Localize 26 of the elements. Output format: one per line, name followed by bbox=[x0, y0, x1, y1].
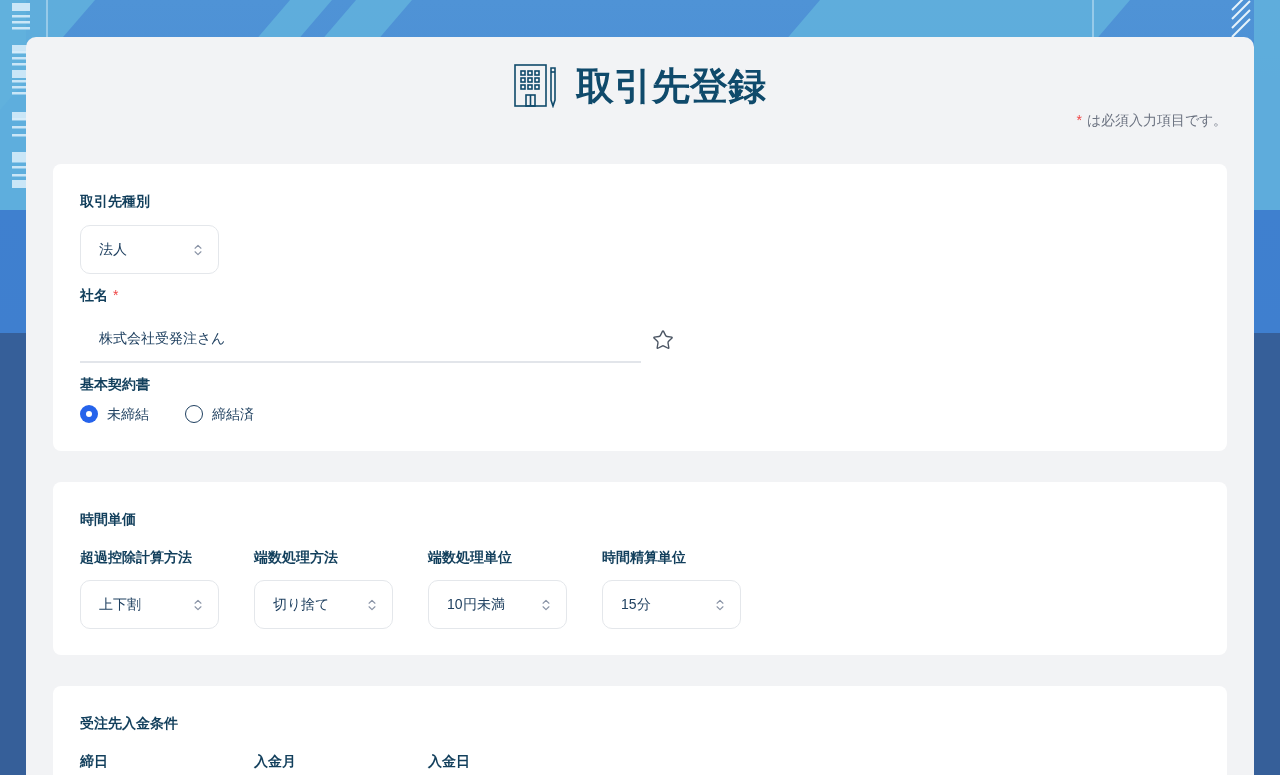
select-field[interactable]: 切り捨て bbox=[254, 580, 393, 629]
field-label: 端数処理単位 bbox=[428, 549, 512, 565]
select-field[interactable]: 上下割 bbox=[80, 580, 219, 629]
field-label: 基本契約書 bbox=[80, 375, 150, 394]
building-pencil-icon bbox=[514, 64, 558, 108]
select-field[interactable]: 15分 bbox=[602, 580, 741, 629]
field-label: 超過控除計算方法 bbox=[80, 549, 192, 565]
star-icon[interactable] bbox=[652, 328, 674, 351]
select-field[interactable]: 法人 bbox=[80, 225, 219, 274]
field-label: 締日 bbox=[80, 753, 108, 769]
section-title: 時間単価 bbox=[80, 510, 136, 529]
field-label: 端数処理方法 bbox=[254, 549, 338, 565]
select-field[interactable]: 10円未満 bbox=[428, 580, 567, 629]
required-asterisk: * bbox=[113, 286, 119, 305]
required-note: は必須入力項目です。 bbox=[1087, 111, 1227, 130]
required-asterisk: * bbox=[1076, 111, 1082, 130]
radio-option[interactable]: 締結済 bbox=[185, 404, 254, 424]
field-label: 入金日 bbox=[428, 753, 470, 769]
field-label: 入金月 bbox=[254, 753, 296, 769]
section-title: 受注先入金条件 bbox=[80, 714, 178, 733]
field-label: 時間精算単位 bbox=[602, 549, 686, 565]
field-label: 取引先種別 bbox=[80, 192, 150, 211]
page-title: 取引先登録 bbox=[576, 64, 766, 108]
field-label: 社名 bbox=[80, 286, 108, 305]
company-name-input[interactable]: 株式会社受発注さん bbox=[80, 316, 641, 363]
radio-option[interactable]: 未締結 bbox=[80, 404, 149, 424]
